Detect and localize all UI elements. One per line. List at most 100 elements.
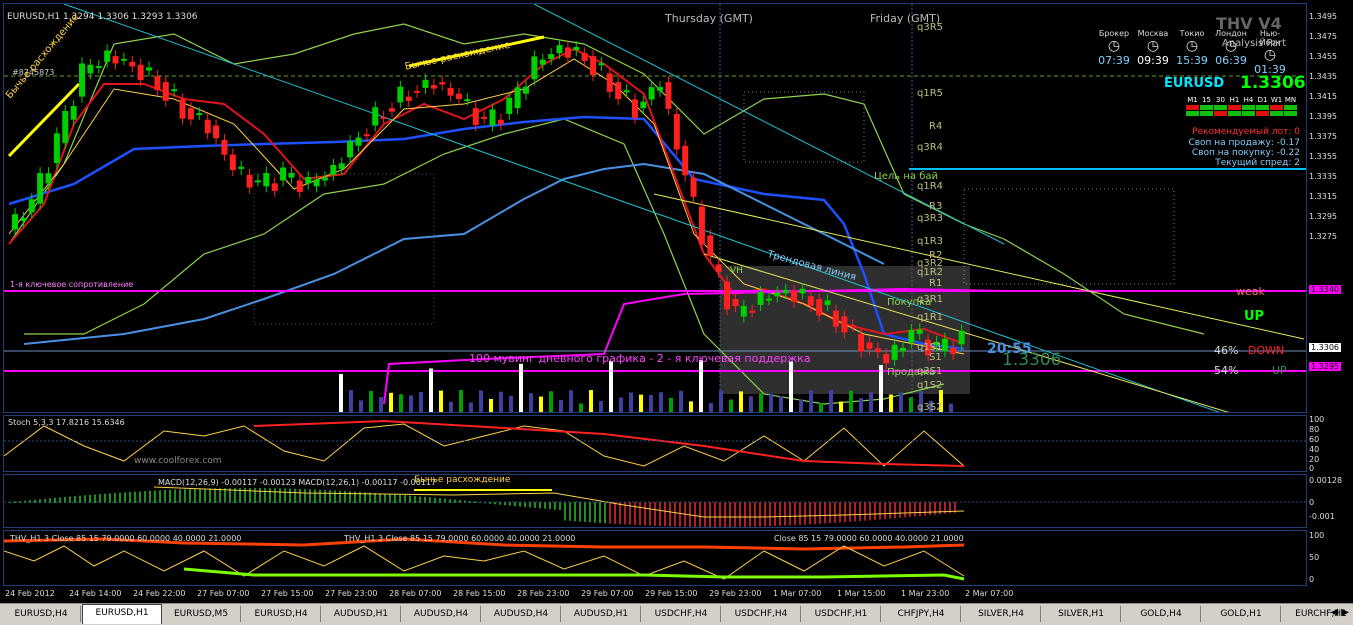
candle: [648, 87, 655, 100]
timeframe-label: M1: [1187, 96, 1198, 104]
macd-pane[interactable]: MACD(12,26,9) -0.00117 -0.00123 MACD(12,…: [3, 474, 1307, 528]
candle: [280, 167, 287, 181]
volume-bar: [419, 391, 423, 412]
volume-bar: [559, 399, 563, 412]
candle: [640, 101, 647, 109]
timeframe-bar: [1228, 105, 1241, 110]
macd-bar: [209, 488, 211, 503]
candle: [254, 180, 261, 183]
macd-bar: [809, 502, 811, 525]
timeframe-bar: [1214, 111, 1227, 116]
volume-bar: [459, 390, 463, 412]
chart-tab[interactable]: USDCHF,H1: [802, 606, 881, 622]
macd-bar: [149, 490, 151, 503]
thv-oscillator-pane[interactable]: THV_H1 3 Close 85 15 79.0000 60.0000 40.…: [3, 530, 1307, 586]
macd-bar: [734, 502, 736, 527]
time-tick: 27 Feb 23:00: [325, 589, 378, 598]
macd-bar: [309, 489, 311, 503]
price-tag: 1.3340: [1309, 285, 1341, 294]
candle: [263, 172, 270, 187]
macd-bar: [539, 502, 541, 509]
macd-bar: [609, 502, 611, 524]
macd-bar: [799, 502, 801, 525]
timeframe-bar: [1228, 111, 1241, 116]
macd-bar: [514, 502, 516, 507]
candle: [732, 299, 739, 307]
macd-bar: [299, 488, 301, 503]
chart-tab[interactable]: USDCHF,H4: [722, 606, 801, 622]
world-clock: Токио ◷ 15:39: [1172, 29, 1212, 67]
price-tick: 1.3435: [1309, 72, 1337, 81]
candle: [112, 56, 119, 64]
chart-tab[interactable]: AUDUSD,H4: [402, 606, 481, 622]
macd-bar: [904, 502, 906, 518]
stochastic-pane[interactable]: Stoch 5,3,3 17.8216 15.6346: [3, 415, 1307, 472]
macd-bar: [289, 488, 291, 503]
candle: [657, 87, 664, 91]
macd-bar: [709, 502, 711, 527]
macd-bar: [879, 502, 881, 520]
time-axis: 24 Feb 2012 24 Feb 14:00 24 Feb 22:00 27 Fe…: [3, 588, 1307, 602]
chart-tab[interactable]: GOLD,H1: [1202, 606, 1281, 622]
clock-time: 09:39: [1137, 54, 1169, 67]
volume-bar: [589, 390, 593, 412]
macd-bar: [249, 488, 251, 503]
macd-bar: [649, 502, 651, 526]
macd-bar: [634, 502, 636, 525]
candle: [196, 113, 203, 116]
volume-bar: [659, 392, 663, 412]
macd-bar: [774, 502, 776, 526]
volume-bar: [579, 403, 583, 412]
candle: [79, 63, 86, 97]
timeframe-cell: M1: [1186, 96, 1199, 116]
macd-bar: [769, 502, 771, 527]
volume-bar: [749, 396, 753, 412]
candle: [137, 64, 144, 81]
macd-bar: [394, 494, 396, 503]
candle: [548, 54, 555, 59]
chart-tab[interactable]: CHFJPY,H4: [882, 606, 961, 622]
macd-bar: [659, 502, 661, 527]
chart-tab[interactable]: SILVER,H4: [962, 606, 1041, 622]
chart-tab[interactable]: EURUSD,M5: [162, 606, 241, 622]
macd-bar: [219, 488, 221, 503]
macd-bar: [119, 492, 121, 503]
macd-bar: [549, 502, 551, 510]
macd-bar: [614, 502, 616, 524]
thv-label-mid: THV_H1 3 Close 85 15 79.0000 60.0000 40.…: [344, 534, 576, 543]
candle: [53, 133, 60, 164]
volume-bar: [859, 398, 863, 412]
volume-bar: [899, 392, 903, 412]
macd-bar: [844, 502, 846, 523]
chart-tab[interactable]: EURUSD,H4: [242, 606, 321, 622]
volume-bar: [649, 394, 653, 412]
main-chart-pane[interactable]: q3R5 q1R5 R4 q3R4 q1R4 R3 q3R3 q1R3 R2 q3R2 q1R2 R1…: [3, 3, 1307, 466]
volume-bar: [669, 397, 673, 412]
chart-tab[interactable]: AUDUSD,H1: [562, 606, 641, 622]
macd-bar: [789, 502, 791, 526]
macd-bar: [164, 489, 166, 503]
volume-bar: [539, 396, 543, 412]
candle: [472, 108, 479, 126]
pivot-label: q3S2: [917, 402, 942, 412]
macd-bar: [524, 502, 526, 508]
macd-bar: [619, 502, 621, 525]
chart-tab[interactable]: GOLD,H4: [1122, 606, 1201, 622]
macd-bar: [679, 502, 681, 527]
pivot-label: q1S2: [917, 380, 942, 391]
tab-scroll-arrows[interactable]: ◀ ▶: [1330, 607, 1349, 618]
macd-bar: [884, 502, 886, 520]
timeframe-cell: 15: [1200, 96, 1213, 116]
chart-tab[interactable]: EURUSD,H1: [82, 604, 162, 624]
price-tick: 1.3355: [1309, 152, 1337, 161]
chart-tab[interactable]: AUDUSD,H1: [322, 606, 401, 622]
timeframe-bar: [1270, 105, 1283, 110]
thv-oversold: [183, 567, 965, 581]
macd-bar: [319, 489, 321, 503]
macd-bar: [294, 488, 296, 503]
chart-tab[interactable]: SILVER,H1: [1042, 606, 1121, 622]
volume-bar: [719, 390, 723, 412]
chart-tab[interactable]: USDCHF,H4: [642, 606, 721, 622]
chart-tab[interactable]: EURUSD,H4: [2, 606, 81, 622]
chart-tab[interactable]: AUDUSD,H4: [482, 606, 561, 622]
